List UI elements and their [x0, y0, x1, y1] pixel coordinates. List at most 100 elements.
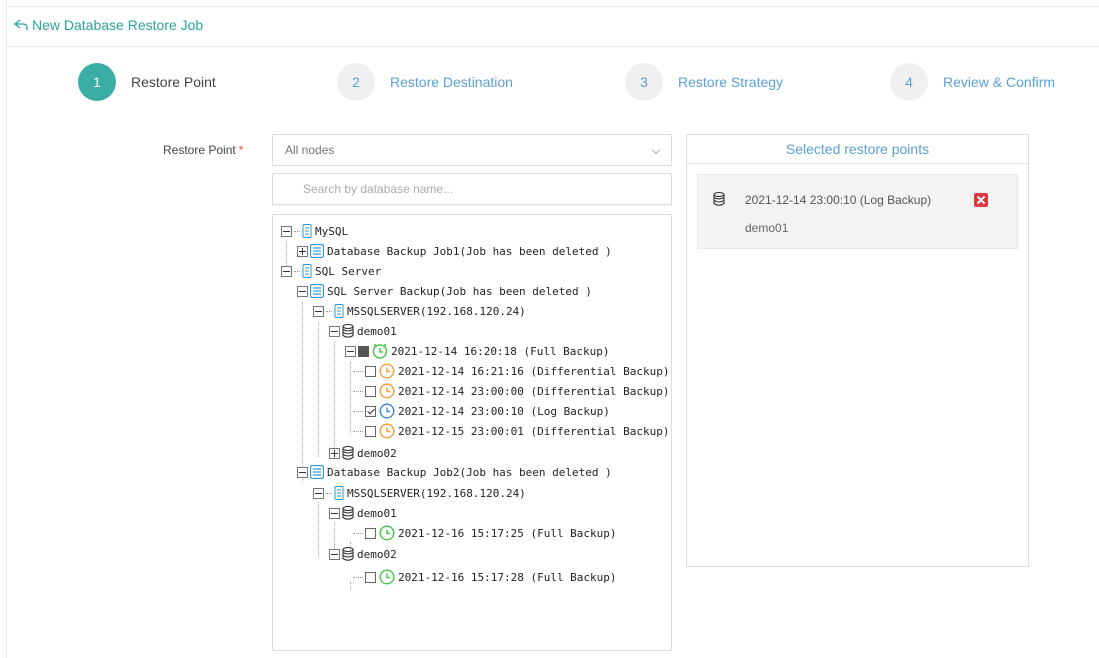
tree-node-database[interactable]: demo02	[329, 544, 397, 564]
differential-backup-clock-icon	[379, 383, 395, 399]
step-number: 4	[890, 63, 928, 101]
node-label: 2021-12-14 16:20:18 (Full Backup)	[391, 344, 610, 358]
tree-node-restore-point[interactable]: 2021-12-14 16:21:16 (Differential Backup…	[353, 361, 670, 381]
job-list-icon	[310, 284, 324, 298]
collapse-toggle[interactable]	[297, 466, 308, 478]
selected-restore-points-panel: Selected restore points 2021-12-14 23:00…	[686, 134, 1029, 567]
tree-node-job2[interactable]: Database Backup Job2(Job has been delete…	[297, 462, 612, 482]
back-link[interactable]: New Database Restore Job	[14, 17, 203, 33]
database-search-input[interactable]	[272, 173, 672, 205]
tree-guide	[318, 322, 319, 457]
server-icon	[334, 486, 344, 500]
log-backup-clock-icon	[379, 403, 395, 419]
step-restore-point[interactable]: 1 Restore Point	[78, 63, 216, 101]
database-icon	[342, 324, 354, 338]
database-icon	[342, 446, 354, 460]
tree-node-mysql[interactable]: MySQL	[281, 221, 348, 241]
collapse-toggle[interactable]	[281, 225, 292, 237]
tree-node-database[interactable]: demo01	[329, 503, 397, 523]
database-icon	[342, 547, 354, 561]
full-backup-clock-icon	[379, 525, 395, 541]
node-label: 2021-12-16 15:17:25 (Full Backup)	[398, 526, 617, 540]
server-icon	[302, 264, 312, 278]
remove-icon[interactable]	[974, 193, 988, 207]
required-mark: *	[238, 143, 244, 157]
tree-guide	[350, 362, 351, 434]
step-label: Restore Destination	[390, 74, 513, 90]
tree-guide	[318, 502, 319, 557]
restore-point-label-text: Restore Point	[163, 143, 236, 157]
node-label: 2021-12-14 23:00:10 (Log Backup)	[398, 404, 610, 418]
restore-point-label: Restore Point *	[163, 143, 243, 157]
job-list-icon	[310, 465, 324, 479]
restore-point-checkbox[interactable]	[365, 385, 376, 397]
tree-node-restore-point[interactable]: 2021-12-15 23:00:01 (Differential Backup…	[353, 421, 670, 441]
node-label: SQL Server	[315, 264, 382, 278]
node-label: MSSQLSERVER(192.168.120.24)	[347, 486, 526, 500]
full-backup-clock-icon	[379, 569, 395, 585]
node-select-value: All nodes	[285, 143, 335, 157]
restore-point-tree: MySQL Database Backup Job1(Job has been …	[272, 214, 672, 651]
collapse-toggle[interactable]	[281, 265, 292, 277]
chevron-down-icon	[651, 145, 661, 155]
tree-node-instance[interactable]: MSSQLSERVER(192.168.120.24)	[313, 301, 526, 321]
restore-point-checkbox[interactable]	[365, 365, 376, 377]
selected-restore-point: 2021-12-14 23:00:10 (Log Backup)	[745, 193, 932, 207]
differential-backup-clock-icon	[379, 363, 395, 379]
step-number: 3	[625, 63, 663, 101]
node-label: demo01	[357, 324, 397, 338]
tree-node-sqlserver-job[interactable]: SQL Server Backup(Job has been deleted )	[297, 281, 592, 301]
panel-title: Selected restore points	[687, 135, 1028, 164]
node-label: Database Backup Job2(Job has been delete…	[327, 465, 612, 479]
collapse-toggle[interactable]	[329, 548, 340, 560]
collapse-toggle[interactable]	[329, 325, 340, 337]
tree-node-sqlserver[interactable]: SQL Server	[281, 261, 381, 281]
node-label: demo02	[357, 446, 397, 460]
collapse-toggle[interactable]	[313, 305, 324, 317]
restore-point-checkbox[interactable]	[365, 527, 376, 539]
tree-node-job1[interactable]: Database Backup Job1(Job has been delete…	[297, 241, 612, 261]
database-icon	[342, 506, 354, 520]
node-label: MSSQLSERVER(192.168.120.24)	[347, 304, 526, 318]
server-icon	[302, 224, 312, 238]
differential-backup-clock-icon	[379, 423, 395, 439]
expand-toggle[interactable]	[297, 245, 308, 257]
collapse-toggle[interactable]	[345, 345, 356, 357]
node-label: SQL Server Backup(Job has been deleted )	[327, 284, 592, 298]
tree-guide	[302, 302, 303, 482]
collapse-toggle[interactable]	[329, 507, 340, 519]
partial-checkbox[interactable]	[358, 345, 369, 357]
node-label: 2021-12-16 15:17:28 (Full Backup)	[398, 570, 617, 584]
node-label: demo01	[357, 506, 397, 520]
node-label: 2021-12-14 16:21:16 (Differential Backup…	[398, 364, 670, 378]
back-arrow-icon	[14, 19, 28, 30]
expand-toggle[interactable]	[329, 447, 340, 459]
tree-node-restore-point[interactable]: 2021-12-14 16:20:18 (Full Backup)	[345, 341, 610, 361]
full-backup-clock-icon	[372, 343, 388, 359]
restore-point-checkbox-checked[interactable]	[365, 405, 376, 417]
tree-guide	[334, 342, 335, 457]
tree-node-restore-point[interactable]: 2021-12-14 23:00:00 (Differential Backup…	[353, 381, 670, 401]
tree-node-restore-point[interactable]: 2021-12-16 15:17:25 (Full Backup)	[353, 523, 617, 543]
selected-restore-point-card: 2021-12-14 23:00:10 (Log Backup) demo01	[697, 174, 1018, 249]
step-restore-destination[interactable]: 2 Restore Destination	[337, 63, 513, 101]
tree-node-database[interactable]: demo02	[329, 443, 397, 463]
node-label: 2021-12-15 23:00:01 (Differential Backup…	[398, 424, 670, 438]
server-icon	[334, 304, 344, 318]
tree-node-restore-point[interactable]: 2021-12-16 15:17:28 (Full Backup)	[353, 567, 617, 587]
collapse-toggle[interactable]	[297, 285, 308, 297]
step-review-confirm[interactable]: 4 Review & Confirm	[890, 63, 1055, 101]
node-select[interactable]: All nodes	[272, 134, 672, 166]
tree-guide	[350, 582, 351, 590]
restore-point-checkbox[interactable]	[365, 571, 376, 583]
database-icon	[713, 192, 725, 206]
page-title: New Database Restore Job	[32, 17, 204, 33]
step-restore-strategy[interactable]: 3 Restore Strategy	[625, 63, 783, 101]
collapse-toggle[interactable]	[313, 487, 324, 499]
tree-node-restore-point[interactable]: 2021-12-14 23:00:10 (Log Backup)	[353, 401, 610, 421]
tree-node-database[interactable]: demo01	[329, 321, 397, 341]
restore-point-checkbox[interactable]	[365, 425, 376, 437]
tree-node-instance[interactable]: MSSQLSERVER(192.168.120.24)	[313, 483, 526, 503]
node-label: Database Backup Job1(Job has been delete…	[327, 244, 612, 258]
selected-database-name: demo01	[745, 221, 789, 235]
